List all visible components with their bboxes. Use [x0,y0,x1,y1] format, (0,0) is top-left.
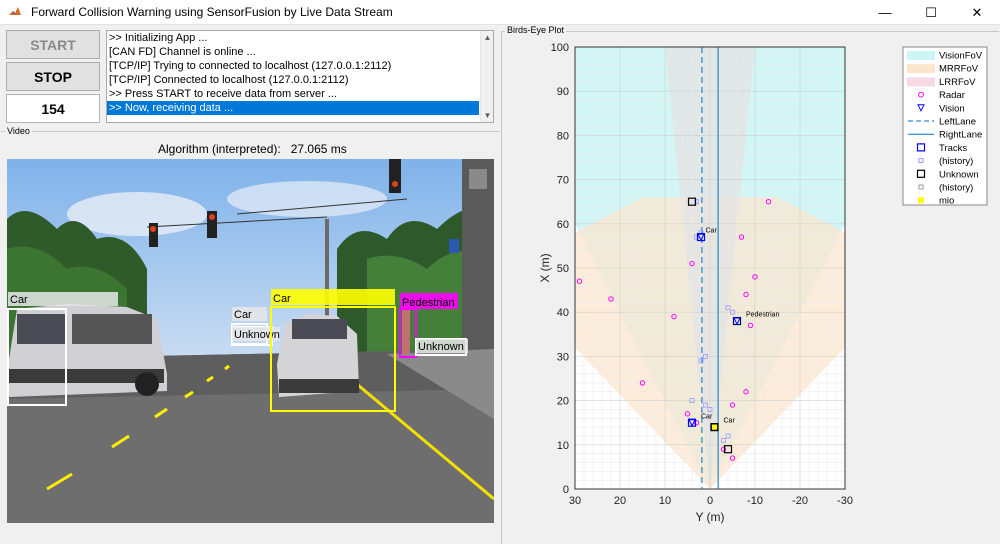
y-tick-label: 30 [557,351,569,363]
detection-label: Unknown [234,329,280,341]
track-label: Pedestrian [746,312,780,319]
video-frame: Car Car Unknown Car Pedestrian Unknown [7,159,494,523]
frame-counter: 154 [6,94,100,123]
legend-label: VisionFoV [939,51,983,62]
legend-label: mio [939,196,954,207]
y-tick-label: 90 [557,86,569,98]
legend-label: LeftLane [939,117,976,128]
matlab-icon [9,7,21,15]
start-button[interactable]: START [6,30,100,59]
legend-label: LRRFoV [939,77,976,88]
scroll-up-icon[interactable]: ▲ [481,31,493,44]
legend-swatch [907,77,935,87]
legend-label: (history) [939,156,973,167]
log-line[interactable]: >> Now, receiving data ... [107,101,479,115]
log-line[interactable]: >> Press START to receive data from serv… [107,87,493,101]
y-axis-label: X (m) [538,253,552,282]
algorithm-label: Algorithm (interpreted): [158,142,281,156]
x-tick-label: 10 [659,495,671,507]
birds-eye-plot[interactable]: 30 20 10 0 -10 -20 -30 0 10 20 30 40 50 60 70 80 90 100 Y … [503,37,997,542]
log-scrollbar[interactable]: ▲ ▼ [480,31,493,122]
x-tick-label: -30 [837,495,853,507]
algorithm-timing: Algorithm (interpreted): 27.065 ms [158,142,347,156]
legend-swatch [907,64,935,74]
y-tick-label: 80 [557,130,569,142]
log-line[interactable]: [TCP/IP] Trying to connected to localhos… [107,59,493,73]
y-tick-label: 100 [551,42,569,54]
x-tick-label: -10 [747,495,763,507]
track-label: Car [701,413,713,420]
x-axis-label: Y (m) [695,510,724,524]
status-log[interactable]: >> Initializing App ... [CAN FD] Channel … [106,30,494,123]
scroll-down-icon[interactable]: ▼ [481,109,493,122]
detection-label: Pedestrian [402,297,455,309]
x-tick-label: 20 [614,495,626,507]
y-tick-label: 10 [557,440,569,452]
track-label: Car [706,228,718,235]
log-line[interactable]: [TCP/IP] Connected to localhost (127.0.0… [107,73,493,87]
y-tick-label: 70 [557,175,569,187]
y-tick-label: 40 [557,307,569,319]
legend-label: Unknown [939,169,979,180]
stop-button[interactable]: STOP [6,62,100,91]
detection-label: Car [10,294,28,306]
legend-label: Vision [939,103,965,114]
video-panel-label: Video [5,126,32,136]
x-tick-label: 30 [569,495,581,507]
pedestrian-silhouette [402,304,410,354]
track-label: Car [724,418,736,425]
window-title: Forward Collision Warning using SensorFu… [31,5,393,19]
detection-label: Unknown [418,341,464,353]
bev-panel-label: Birds-Eye Plot [505,25,567,35]
legend-label: RightLane [939,130,982,141]
y-tick-label: 0 [563,484,569,496]
close-button[interactable]: ✕ [954,0,1000,25]
y-tick-label: 60 [557,219,569,231]
legend-label: Tracks [939,143,967,154]
detection-label: Car [273,293,291,305]
minimize-button[interactable]: — [862,0,908,25]
legend-label: Radar [939,90,965,101]
detection-label: Car [234,309,252,321]
legend-label: (history) [939,183,973,194]
mio-marker [711,423,718,431]
traffic-light [389,159,401,193]
log-line[interactable]: >> Initializing App ... [107,31,493,45]
y-tick-label: 50 [557,263,569,275]
title-bar: Forward Collision Warning using SensorFu… [0,0,1000,25]
algorithm-time: 27.065 ms [290,142,347,156]
legend-label: MRRFoV [939,64,979,75]
maximize-button[interactable]: ☐ [908,0,954,25]
legend-swatch [907,51,935,60]
y-tick-label: 20 [557,396,569,408]
log-line[interactable]: [CAN FD] Channel is online ... [107,45,493,59]
x-tick-label: 0 [707,495,713,507]
x-tick-label: -20 [792,495,808,507]
legend-swatch [918,197,924,204]
